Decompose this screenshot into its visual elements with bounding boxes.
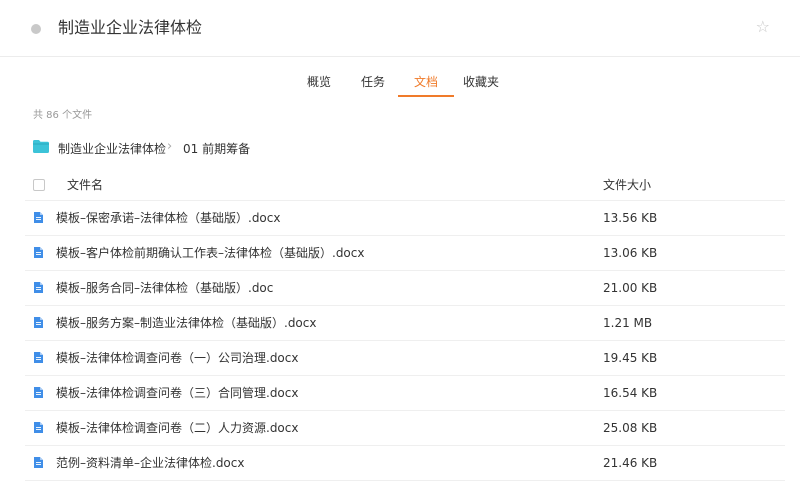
document-icon <box>34 247 43 258</box>
tab-tasks[interactable]: 任务 <box>361 74 385 90</box>
file-count: 共 86 个文件 <box>33 110 93 121</box>
file-size: 16.54 KB <box>603 386 658 400</box>
file-name[interactable]: 模板–法律体检调查问卷（二）人力资源.docx <box>56 411 298 445</box>
file-size: 13.06 KB <box>603 246 658 260</box>
table-header: 文件名 文件大小 <box>25 170 785 201</box>
breadcrumb-current: 01 前期筹备 <box>183 142 251 156</box>
tab-documents[interactable]: 文档 <box>414 74 438 90</box>
active-tab-indicator <box>398 95 454 97</box>
file-name[interactable]: 模板–服务合同–法律体检（基础版）.doc <box>56 271 273 305</box>
file-size: 25.08 KB <box>603 421 658 435</box>
table-row[interactable]: 模板–法律体检调查问卷（二）人力资源.docx 25.08 KB <box>25 411 785 446</box>
file-name[interactable]: 模板–法律体检调查问卷（三）合同管理.docx <box>56 376 298 410</box>
column-header-name: 文件名 <box>67 178 104 192</box>
tab-overview[interactable]: 概览 <box>307 74 331 90</box>
table-row[interactable]: 模板–服务合同–法律体检（基础版）.doc 21.00 KB <box>25 271 785 306</box>
tab-bar: 概览 任务 文档 收藏夹 <box>0 56 800 98</box>
project-title: 制造业企业法律体检 <box>58 18 203 37</box>
breadcrumb-root[interactable]: 制造业企业法律体检 <box>58 140 166 157</box>
chevron-right-icon: › <box>167 139 173 154</box>
file-name[interactable]: 模板–服务方案–制造业法律体检（基础版）.docx <box>56 306 316 340</box>
status-dot <box>31 24 41 34</box>
document-icon <box>34 212 43 223</box>
table-row[interactable]: 模板–保密承诺–法律体检（基础版）.docx 13.56 KB <box>25 201 785 236</box>
select-all-checkbox[interactable] <box>33 179 45 191</box>
column-header-size: 文件大小 <box>603 178 652 192</box>
document-icon <box>34 317 43 328</box>
star-icon[interactable]: ☆ <box>756 18 770 36</box>
document-icon <box>34 387 43 398</box>
file-size: 1.21 MB <box>603 316 653 330</box>
file-name[interactable]: 模板–保密承诺–法律体检（基础版）.docx <box>56 201 280 235</box>
document-icon <box>34 457 43 468</box>
folder-icon <box>33 140 49 153</box>
file-size: 13.56 KB <box>603 211 658 225</box>
file-size: 19.45 KB <box>603 351 658 365</box>
tab-favorites[interactable]: 收藏夹 <box>463 74 499 90</box>
table-row[interactable]: 模板–服务方案–制造业法律体检（基础版）.docx 1.21 MB <box>25 306 785 341</box>
table-row[interactable]: 模板–法律体检调查问卷（一）公司治理.docx 19.45 KB <box>25 341 785 376</box>
file-name[interactable]: 范例–资料清单–企业法律体检.docx <box>56 446 244 480</box>
file-name[interactable]: 模板–法律体检调查问卷（一）公司治理.docx <box>56 341 298 375</box>
file-name[interactable]: 模板–客户体检前期确认工作表–法律体检（基础版）.docx <box>56 236 364 270</box>
file-size: 21.00 KB <box>603 281 658 295</box>
document-icon <box>34 282 43 293</box>
document-icon <box>34 422 43 433</box>
table-row[interactable]: 模板–客户体检前期确认工作表–法律体检（基础版）.docx 13.06 KB <box>25 236 785 271</box>
table-row[interactable]: 范例–资料清单–企业法律体检.docx 21.46 KB <box>25 446 785 481</box>
table-row[interactable]: 模板–法律体检调查问卷（三）合同管理.docx 16.54 KB <box>25 376 785 411</box>
file-table: 文件名 文件大小 模板–保密承诺–法律体检（基础版）.docx 13.56 KB 模… <box>25 170 785 481</box>
project-header: 制造业企业法律体检 ☆ <box>0 0 800 57</box>
document-icon <box>34 352 43 363</box>
file-size: 21.46 KB <box>603 456 658 470</box>
